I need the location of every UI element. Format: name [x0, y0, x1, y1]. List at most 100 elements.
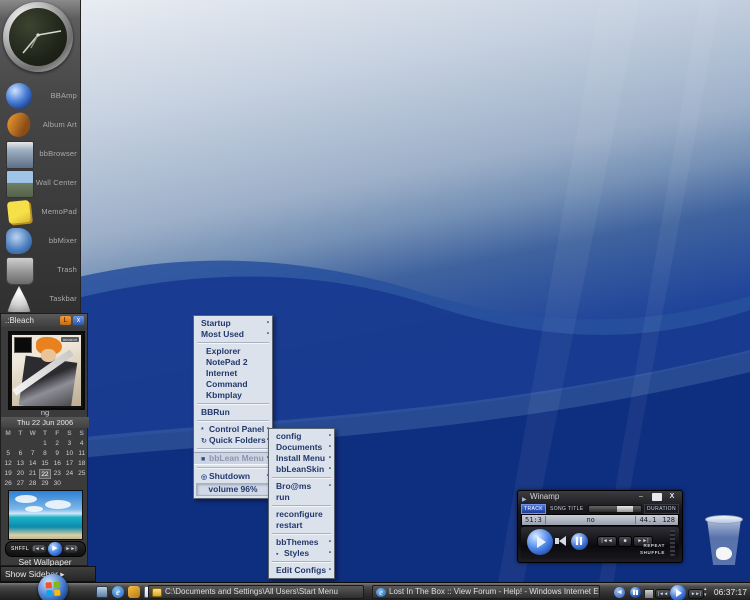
album-art[interactable]: amazon — [8, 331, 85, 410]
menu-item-bbrun[interactable]: BBRun — [194, 407, 272, 418]
calendar-day[interactable]: 14 — [27, 459, 39, 469]
menu-item-kbmplay[interactable]: Kbmplay — [194, 390, 272, 401]
tray-spinner[interactable]: ▴▾ — [704, 586, 707, 598]
tray-pause-button[interactable] — [630, 587, 641, 598]
menu-item-control-panel[interactable]: *Control Panel• — [194, 424, 272, 435]
calendar-day[interactable]: 15 — [39, 459, 51, 469]
calendar-day[interactable]: 11 — [76, 449, 88, 459]
tray-stop-button[interactable] — [644, 589, 654, 599]
menu-item-restart[interactable]: restart — [269, 520, 334, 531]
calendar-day[interactable]: 9 — [51, 449, 63, 459]
menu-item-bblean-menu[interactable]: ■bbLean Menu• — [194, 452, 272, 465]
dock-item-memopad[interactable]: MemoPad — [0, 198, 80, 227]
track-label[interactable]: TRACK — [521, 504, 546, 514]
prev-wallpaper-button[interactable]: |◄◄ — [32, 545, 46, 553]
calendar-day[interactable]: 25 — [76, 469, 88, 479]
start-button[interactable] — [38, 574, 68, 600]
menu-item-documents[interactable]: Documents• — [269, 442, 334, 453]
menu-item-notepad-2[interactable]: NotePad 2 — [194, 357, 272, 368]
shuffle-label[interactable]: SHFFL — [11, 546, 29, 552]
dock-item-wall-center[interactable]: Wall Center — [0, 169, 80, 198]
seek-slider[interactable] — [588, 505, 642, 513]
task-button-start-menu[interactable]: C:\Documents and Settings\All Users\Star… — [148, 585, 364, 599]
calendar-day[interactable] — [63, 479, 75, 489]
dock-item-bbmixer[interactable]: bbMixer — [0, 227, 80, 256]
calendar-day[interactable]: 3 — [63, 439, 75, 449]
previous-button[interactable]: |◄◄ — [597, 536, 617, 547]
analog-clock[interactable] — [3, 2, 73, 72]
calendar-day[interactable] — [27, 439, 39, 449]
menu-item-edit-configs[interactable]: Edit Configs• — [269, 565, 334, 576]
play-wallpaper-button[interactable]: ▶ — [48, 542, 62, 556]
tray-previous-button[interactable]: |◄◄ — [655, 589, 671, 599]
menu-item-volume-96-[interactable]: volume 96% — [196, 483, 270, 496]
next-wallpaper-button[interactable]: ►►| — [64, 545, 78, 553]
calendar-day[interactable]: 19 — [2, 469, 14, 479]
menu-item-explorer[interactable]: Explorer — [194, 346, 272, 357]
calendar-day[interactable]: 10 — [63, 449, 75, 459]
menu-item-internet[interactable]: Internet — [194, 368, 272, 379]
tray-collapse-icon[interactable]: ◄ — [614, 587, 625, 598]
widget-option-button[interactable]: L — [60, 316, 71, 325]
menu-item-styles[interactable]: ▪Styles• — [269, 548, 334, 559]
dock-item-trash[interactable]: Trash — [0, 256, 80, 285]
stop-button[interactable]: ■ — [618, 536, 632, 547]
calendar-day[interactable]: 20 — [14, 469, 26, 479]
pause-button[interactable] — [571, 533, 588, 550]
menu-item-startup[interactable]: Startup• — [194, 318, 272, 329]
calendar-day[interactable]: 24 — [63, 469, 75, 479]
close-icon[interactable]: X — [667, 493, 677, 501]
calendar-day[interactable]: 1 — [39, 439, 51, 449]
recycle-bin-icon[interactable] — [704, 515, 744, 567]
task-button-browser[interactable]: e Lost In The Box :: View Forum - Help! … — [372, 585, 600, 599]
volume-slider[interactable] — [670, 530, 675, 556]
dock-item-taskbar[interactable]: Taskbar — [0, 285, 80, 314]
calendar-day[interactable]: 21 — [27, 469, 39, 479]
calendar-day[interactable]: 2 — [51, 439, 63, 449]
calendar-day[interactable]: 18 — [76, 459, 88, 469]
internet-explorer-icon[interactable]: e — [112, 586, 124, 598]
dock-item-bbbrowser[interactable]: bbBrowser — [0, 140, 80, 169]
menu-item-bbleanskin[interactable]: bbLeanSkin• — [269, 464, 334, 475]
calendar-day[interactable] — [14, 439, 26, 449]
wallpaper-thumbnail[interactable] — [8, 490, 83, 540]
shuffle-toggle[interactable]: SHUFFLE — [640, 550, 665, 555]
calendar-day[interactable]: 30 — [51, 479, 63, 489]
tray-play-button[interactable] — [670, 585, 686, 600]
calendar-day[interactable] — [2, 439, 14, 449]
play-button[interactable] — [527, 529, 553, 555]
menu-item-reconfigure[interactable]: reconfigure — [269, 509, 334, 520]
calendar-day[interactable]: 7 — [27, 449, 39, 459]
minimize-icon[interactable]: – — [636, 493, 646, 501]
calendar-day[interactable]: 8 — [39, 449, 51, 459]
calendar-day[interactable] — [76, 479, 88, 489]
menu-item-install-menu[interactable]: Install Menu• — [269, 453, 334, 464]
calendar-day[interactable]: 6 — [14, 449, 26, 459]
calendar-day[interactable]: 17 — [63, 459, 75, 469]
calendar-day[interactable]: 26 — [2, 479, 14, 489]
calendar-day[interactable]: 13 — [14, 459, 26, 469]
menu-item-run[interactable]: run — [269, 492, 334, 503]
repeat-toggle[interactable]: REPEAT — [643, 543, 665, 548]
show-desktop-icon[interactable] — [96, 586, 108, 598]
calendar-day[interactable]: 27 — [14, 479, 26, 489]
widget-close-button[interactable]: x — [73, 316, 84, 325]
menu-item-bbthemes[interactable]: bbThemes• — [269, 537, 334, 548]
volume-icon[interactable] — [559, 536, 566, 546]
calendar-day[interactable]: 23 — [51, 469, 63, 479]
menu-item-most-used[interactable]: Most Used• — [194, 329, 272, 340]
calendar-day[interactable]: 4 — [76, 439, 88, 449]
menu-item-command[interactable]: Command — [194, 379, 272, 390]
calendar-day[interactable]: 5 — [2, 449, 14, 459]
calendar-day[interactable]: 28 — [27, 479, 39, 489]
dock-item-bbamp[interactable]: BBAmp — [0, 82, 80, 111]
calendar-day[interactable]: 16 — [51, 459, 63, 469]
seek-thumb[interactable] — [617, 506, 633, 512]
calendar-day[interactable]: 12 — [2, 459, 14, 469]
winamp-titlebar[interactable]: ▶ Winamp – X — [518, 491, 682, 503]
calendar-day[interactable]: 29 — [39, 479, 51, 489]
menu-item-quick-folders[interactable]: ↻Quick Folders• — [194, 435, 272, 446]
menu-item-shutdown[interactable]: ◎Shutdown• — [194, 471, 272, 482]
calendar-day[interactable]: 22 — [39, 469, 51, 479]
menu-item-config[interactable]: config• — [269, 431, 334, 442]
